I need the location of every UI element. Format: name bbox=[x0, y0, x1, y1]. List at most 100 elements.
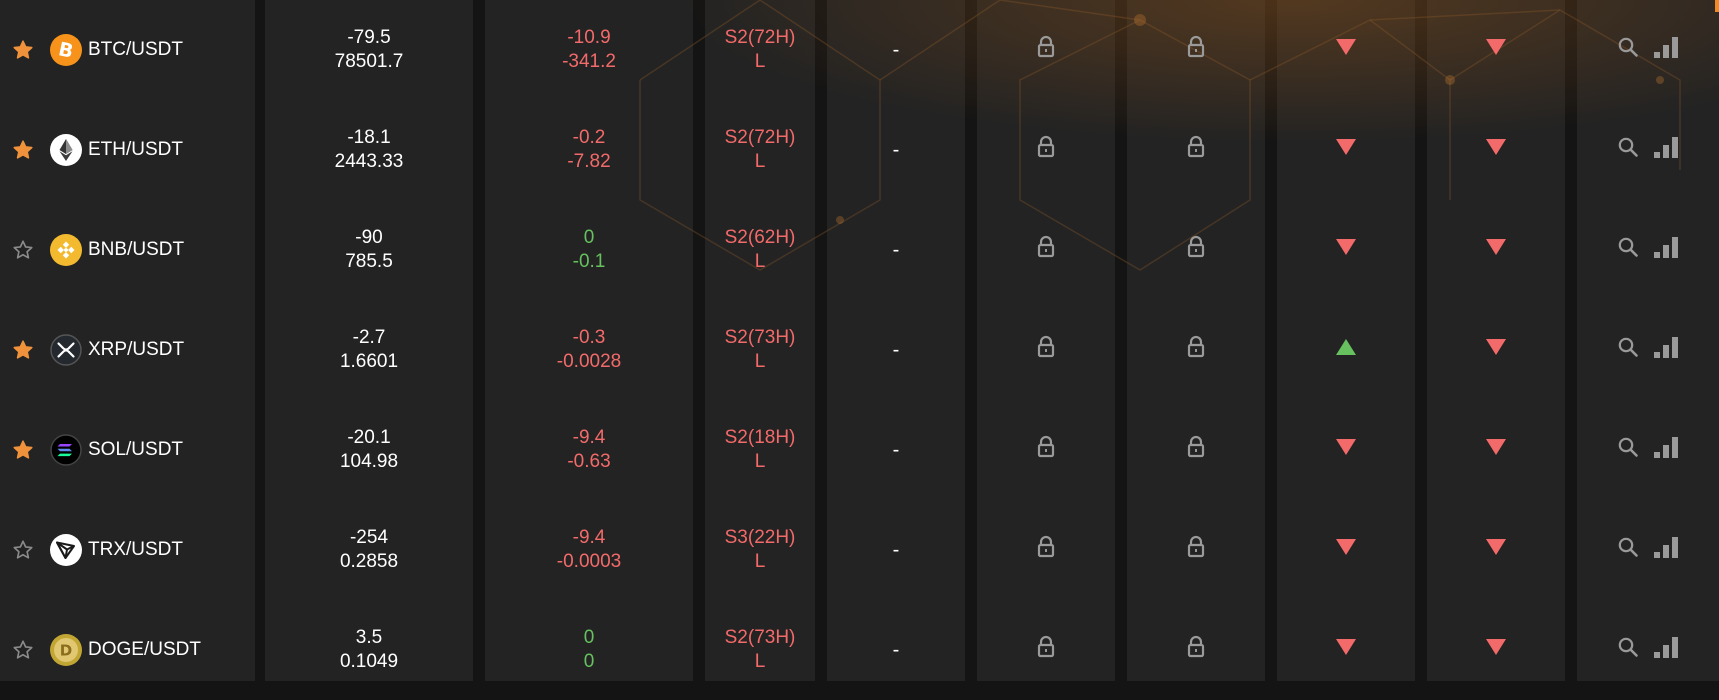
price-value: 785.5 bbox=[345, 251, 393, 272]
locked-cell[interactable] bbox=[981, 300, 1111, 400]
triangle-down-icon bbox=[1334, 536, 1358, 565]
extra-value: - bbox=[892, 139, 900, 161]
star-outline-icon[interactable] bbox=[12, 239, 34, 261]
pair-cell[interactable]: SOL/USDT bbox=[0, 400, 255, 500]
lock-icon[interactable] bbox=[1186, 135, 1206, 166]
search-icon[interactable] bbox=[1617, 536, 1639, 565]
trend-cell bbox=[1281, 200, 1411, 300]
extra-value: - bbox=[892, 239, 900, 261]
search-icon[interactable] bbox=[1617, 636, 1639, 665]
change-value: -90 bbox=[355, 227, 383, 248]
locked-cell[interactable] bbox=[981, 500, 1111, 600]
signal-side: L bbox=[754, 551, 766, 572]
lock-icon[interactable] bbox=[1036, 135, 1056, 166]
locked-cell[interactable] bbox=[1131, 0, 1261, 100]
table-row[interactable]: SOL/USDT -20.1 104.98 -9.4 -0.63 S2(18H)… bbox=[0, 400, 1719, 500]
lock-icon[interactable] bbox=[1036, 235, 1056, 266]
bar-chart-icon[interactable] bbox=[1653, 635, 1679, 666]
xrp-icon bbox=[50, 334, 82, 366]
lock-icon[interactable] bbox=[1036, 435, 1056, 466]
extra-cell: - bbox=[831, 300, 961, 400]
bar-chart-icon[interactable] bbox=[1653, 235, 1679, 266]
triangle-down-icon bbox=[1334, 236, 1358, 265]
lock-icon[interactable] bbox=[1036, 335, 1056, 366]
locked-cell[interactable] bbox=[1131, 400, 1261, 500]
locked-cell[interactable] bbox=[981, 0, 1111, 100]
row-tools bbox=[1617, 135, 1679, 166]
locked-cell[interactable] bbox=[1131, 300, 1261, 400]
table-row[interactable]: XRP/USDT -2.7 1.6601 -0.3 -0.0028 S2(73H… bbox=[0, 300, 1719, 400]
pair-name[interactable]: DOGE/USDT bbox=[88, 639, 201, 661]
star-filled-icon[interactable] bbox=[12, 339, 34, 361]
pair-cell[interactable]: XRP/USDT bbox=[0, 300, 255, 400]
locked-cell[interactable] bbox=[1131, 500, 1261, 600]
pair-cell[interactable]: TRX/USDT bbox=[0, 500, 255, 600]
extra-value: - bbox=[892, 439, 900, 461]
locked-cell[interactable] bbox=[1131, 200, 1261, 300]
trend-cell bbox=[1281, 100, 1411, 200]
star-filled-icon[interactable] bbox=[12, 39, 34, 61]
change-value: -20.1 bbox=[347, 427, 391, 448]
price-cell: -254 0.2858 bbox=[269, 500, 469, 600]
locked-cell[interactable] bbox=[981, 400, 1111, 500]
pair-name[interactable]: BNB/USDT bbox=[88, 239, 184, 261]
pair-cell[interactable]: B BTC/USDT bbox=[0, 0, 255, 100]
extra-cell: - bbox=[831, 0, 961, 100]
price-cell: -2.7 1.6601 bbox=[269, 300, 469, 400]
table-row[interactable]: ETH/USDT -18.1 2443.33 -0.2 -7.82 S2(72H… bbox=[0, 100, 1719, 200]
pair-cell[interactable]: BNB/USDT bbox=[0, 200, 255, 300]
lock-icon[interactable] bbox=[1186, 635, 1206, 666]
triangle-down-icon bbox=[1334, 636, 1358, 665]
search-icon[interactable] bbox=[1617, 236, 1639, 265]
search-icon[interactable] bbox=[1617, 436, 1639, 465]
trend-cell bbox=[1431, 300, 1561, 400]
pair-name[interactable]: XRP/USDT bbox=[88, 339, 184, 361]
star-filled-icon[interactable] bbox=[12, 439, 34, 461]
lock-icon[interactable] bbox=[1186, 435, 1206, 466]
bar-chart-icon[interactable] bbox=[1653, 335, 1679, 366]
lock-icon[interactable] bbox=[1036, 35, 1056, 66]
locked-cell[interactable] bbox=[981, 100, 1111, 200]
bar-chart-icon[interactable] bbox=[1653, 35, 1679, 66]
lock-icon[interactable] bbox=[1186, 535, 1206, 566]
dogecoin-icon: D bbox=[50, 634, 82, 666]
lock-icon[interactable] bbox=[1186, 35, 1206, 66]
extra-cell: - bbox=[831, 500, 961, 600]
pair-cell[interactable]: ETH/USDT bbox=[0, 100, 255, 200]
table-row[interactable]: TRX/USDT -254 0.2858 -9.4 -0.0003 S3(22H… bbox=[0, 500, 1719, 600]
bar-chart-icon[interactable] bbox=[1653, 135, 1679, 166]
pair-name[interactable]: TRX/USDT bbox=[88, 539, 183, 561]
bar-chart-icon[interactable] bbox=[1653, 535, 1679, 566]
pair-name[interactable]: ETH/USDT bbox=[88, 139, 183, 161]
signal-side: L bbox=[754, 451, 766, 472]
signal-cell: S2(62H) L bbox=[705, 200, 815, 300]
star-outline-icon[interactable] bbox=[12, 639, 34, 661]
pair-name[interactable]: BTC/USDT bbox=[88, 39, 183, 61]
delta-percent: -0.2 bbox=[572, 127, 606, 148]
search-icon[interactable] bbox=[1617, 336, 1639, 365]
pair-name[interactable]: SOL/USDT bbox=[88, 439, 183, 461]
triangle-down-icon bbox=[1484, 236, 1508, 265]
bar-chart-icon[interactable] bbox=[1653, 435, 1679, 466]
extra-cell: - bbox=[831, 100, 961, 200]
delta-amount: -0.1 bbox=[572, 251, 606, 272]
search-icon[interactable] bbox=[1617, 36, 1639, 65]
locked-cell[interactable] bbox=[981, 200, 1111, 300]
tools-cell bbox=[1578, 500, 1718, 600]
tools-cell bbox=[1578, 200, 1718, 300]
locked-cell[interactable] bbox=[1131, 100, 1261, 200]
change-value: -79.5 bbox=[347, 27, 391, 48]
search-icon[interactable] bbox=[1617, 136, 1639, 165]
svg-text:D: D bbox=[60, 642, 72, 660]
table-row[interactable]: BNB/USDT -90 785.5 0 -0.1 S2(62H) L - bbox=[0, 200, 1719, 300]
delta-cell: -0.2 -7.82 bbox=[489, 100, 689, 200]
triangle-down-icon bbox=[1334, 36, 1358, 65]
star-outline-icon[interactable] bbox=[12, 539, 34, 561]
extra-cell: - bbox=[831, 200, 961, 300]
star-filled-icon[interactable] bbox=[12, 139, 34, 161]
lock-icon[interactable] bbox=[1036, 635, 1056, 666]
table-row[interactable]: B BTC/USDT -79.5 78501.7 -10.9 -341.2 S2… bbox=[0, 0, 1719, 100]
lock-icon[interactable] bbox=[1186, 335, 1206, 366]
lock-icon[interactable] bbox=[1186, 235, 1206, 266]
lock-icon[interactable] bbox=[1036, 535, 1056, 566]
